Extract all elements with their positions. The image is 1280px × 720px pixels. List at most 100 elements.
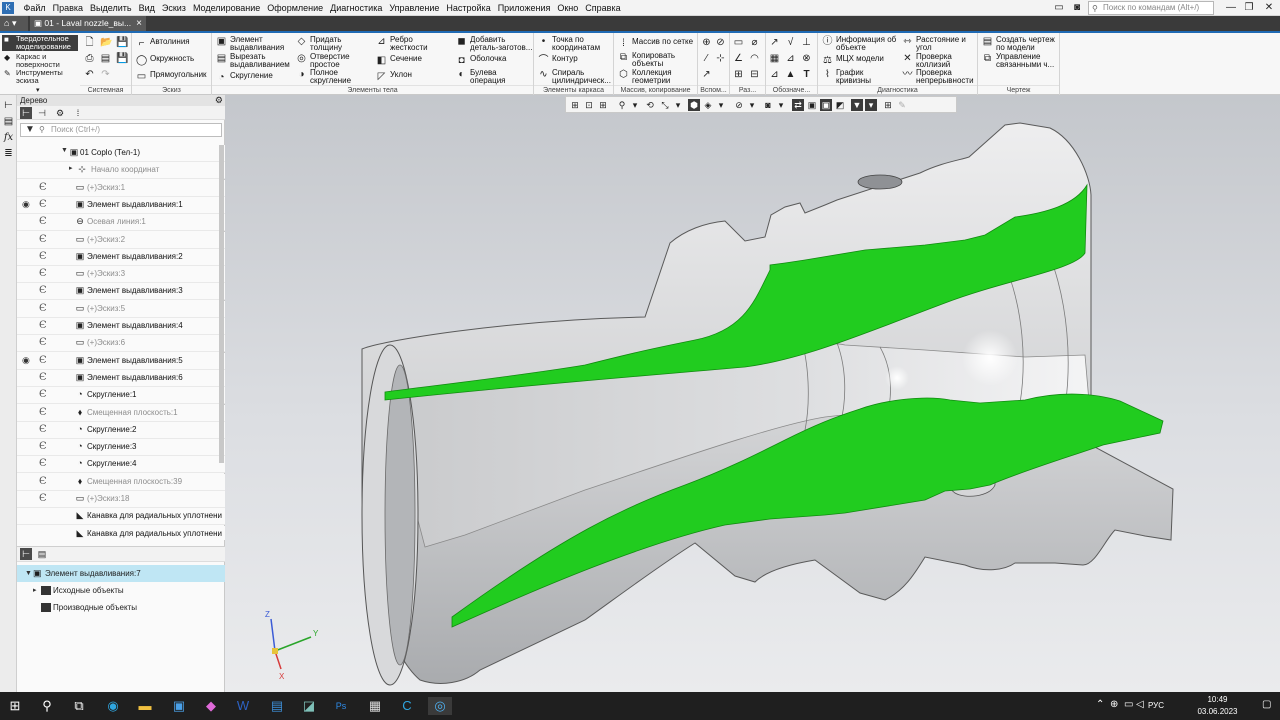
menu-view[interactable]: Вид xyxy=(135,0,158,16)
save-all-icon[interactable]: 💾 xyxy=(116,53,128,64)
autoline-button[interactable]: ⌐ Автолиния xyxy=(136,38,190,50)
tree-row[interactable]: Є ⊖ Осевая линия:1 xyxy=(17,214,225,232)
mode-solid-modeling[interactable]: ■ Твердотельное моделирование xyxy=(2,35,78,51)
tray-app-icon[interactable]: ⊕ xyxy=(1110,699,1118,710)
language-indicator[interactable]: РУС xyxy=(1148,701,1164,710)
tree-row[interactable]: Є ◔ Скругление:3 xyxy=(17,439,225,457)
rib-button[interactable]: ⊿ Ребро жесткости xyxy=(376,36,427,52)
copy-objects-button[interactable]: ⧉ Копировать объекты xyxy=(618,52,675,68)
display-style-icon[interactable]: ◈ xyxy=(702,99,714,111)
tree-row[interactable]: Є ▣ Элемент выдавливания:4 xyxy=(17,318,225,335)
clock-date[interactable]: 03.06.2023 xyxy=(1190,707,1245,716)
visibility-eye-icon[interactable]: ◉ xyxy=(22,355,30,366)
restore-button[interactable]: ❐ xyxy=(1240,1,1258,15)
parameters-icon[interactable]: ▤ xyxy=(2,115,15,128)
dependency-icon[interactable]: Є xyxy=(39,182,47,193)
tray-chevron-icon[interactable]: ⌃ xyxy=(1096,699,1104,710)
section-dropdown-icon[interactable]: ▾ xyxy=(775,99,787,111)
linear-size-icon[interactable]: ▭ xyxy=(733,37,744,48)
calculator-icon[interactable]: ▦ xyxy=(366,697,384,715)
clock-time[interactable]: 10:49 xyxy=(1195,695,1240,704)
tree-row[interactable]: ◉ Є ▣ Элемент выдавливания:5 xyxy=(17,352,225,370)
redo-icon[interactable]: ↷ xyxy=(100,69,111,80)
dependency-icon[interactable]: Є xyxy=(39,372,47,383)
mode-sketch-tools[interactable]: ✎ Инструменты эскиза xyxy=(2,69,78,85)
menu-applications[interactable]: Приложения xyxy=(494,0,554,16)
aux-axis-icon[interactable]: ⊕ xyxy=(701,37,712,48)
add-blank-button[interactable]: ◼ Добавить деталь-заготов... xyxy=(456,36,532,52)
menu-settings[interactable]: Настройка xyxy=(443,0,494,16)
angular-size-icon[interactable]: ∠ xyxy=(733,53,744,64)
measure-icon[interactable]: ⊞ xyxy=(882,99,894,111)
shell-button[interactable]: ◘ Оболочка xyxy=(456,55,506,67)
hide-dropdown-icon[interactable]: ▾ xyxy=(746,99,758,111)
tolerance-icon[interactable]: ▦ xyxy=(769,53,780,64)
section-button[interactable]: ◧ Сечение xyxy=(376,55,422,67)
gear-icon[interactable]: ⚙ xyxy=(215,95,223,106)
windows-start-icon[interactable]: ⊞ xyxy=(6,697,24,715)
base-icon[interactable]: ⊥ xyxy=(801,37,812,48)
chain-size-icon[interactable]: ⊟ xyxy=(749,69,760,80)
rectangle-button[interactable]: ▭ Прямоугольник xyxy=(136,71,207,83)
dependency-icon[interactable]: Є xyxy=(39,337,47,348)
filter-icon[interactable]: ▼ xyxy=(851,99,863,111)
thicken-button[interactable]: ◇ Придать толщину xyxy=(296,36,342,52)
document-tab[interactable]: ▣ 01 - Laval nozzle_вы... × xyxy=(30,16,146,31)
diameter-size-icon[interactable]: ⌀ xyxy=(749,37,760,48)
expand-icon[interactable]: ▸ xyxy=(33,582,37,599)
tree-row[interactable]: Є ⬧ Смещенная плоскость:39 xyxy=(17,473,225,491)
marking-icon[interactable]: ⊗ xyxy=(801,53,812,64)
notifications-icon[interactable]: ▢ xyxy=(1262,699,1271,710)
roughness-icon[interactable]: √ xyxy=(785,37,796,48)
cut-extrude-button[interactable]: ▤ Вырезать выдавливанием xyxy=(216,53,290,69)
paint-icon[interactable]: ◆ xyxy=(202,697,220,715)
section-view-icon[interactable]: ◙ xyxy=(762,99,774,111)
dependency-icon[interactable]: Є xyxy=(39,268,47,279)
dependency-icon[interactable]: Є xyxy=(39,407,47,418)
collapse-icon[interactable]: ▼ xyxy=(61,147,68,154)
tree-history-icon[interactable]: ⊣ xyxy=(36,107,48,119)
mass-properties-button[interactable]: ⚖ МЦХ модели xyxy=(822,55,884,67)
object-info-button[interactable]: ⓘ Информация об объекте xyxy=(822,36,897,52)
move-icon[interactable]: ⤡ xyxy=(659,99,671,111)
visibility-eye-icon[interactable]: ◉ xyxy=(22,199,30,210)
tree-row[interactable]: Є ▭ (+)Эскиз:2 xyxy=(17,231,225,249)
tree-structure-icon[interactable]: ⊢ xyxy=(20,548,32,560)
orientation-icon[interactable]: ⬢ xyxy=(688,99,700,111)
menu-select[interactable]: Выделить xyxy=(87,0,136,16)
tree-row[interactable]: ◣ Канавка для радиальных уплотнени xyxy=(17,525,225,540)
simple-hole-button[interactable]: ◎ Отверстие простое xyxy=(296,53,349,69)
dependency-icon[interactable]: Є xyxy=(39,458,47,469)
aux-line-icon[interactable]: ⁄ xyxy=(701,53,712,64)
menu-diagnostics[interactable]: Диагностика xyxy=(327,0,386,16)
dependency-icon[interactable]: Є xyxy=(39,441,47,452)
helix-button[interactable]: ∿ Спираль цилиндрическ... xyxy=(538,69,611,85)
selected-object-row[interactable]: ▼ ▣ Элемент выдавливания:7 xyxy=(17,565,225,582)
contour-button[interactable]: ⌒ Контур xyxy=(538,55,578,67)
tree-panel-icon[interactable]: ⊢ xyxy=(2,99,15,112)
zoom-icon[interactable]: ⚲ xyxy=(616,99,628,111)
filter-dropdown-icon[interactable]: ▾ xyxy=(865,99,877,111)
dependency-icon[interactable]: Є xyxy=(39,303,47,314)
circle-button[interactable]: ◯ Окружность xyxy=(136,55,194,67)
word-icon[interactable]: W xyxy=(234,697,252,715)
orient-dropdown-icon[interactable]: ▾ xyxy=(672,99,684,111)
nozzle-model[interactable] xyxy=(225,95,1280,692)
point-by-coords-button[interactable]: • Точка по координатам xyxy=(538,36,600,52)
hide-icon[interactable]: ⊘ xyxy=(733,99,745,111)
dependency-icon[interactable]: Є xyxy=(39,199,47,210)
store-icon[interactable]: ▣ xyxy=(170,697,188,715)
extrude-button[interactable]: ▣ Элемент выдавливания xyxy=(216,36,284,52)
layers-icon[interactable]: ≣ xyxy=(2,147,15,160)
modes-expand-icon[interactable]: ▾ xyxy=(36,86,40,94)
tree-row[interactable]: ▸ ⊹ Начало координат xyxy=(17,162,225,180)
continuity-check-button[interactable]: 〰 Проверка непрерывности xyxy=(902,69,974,85)
collapse-icon[interactable]: ▼ xyxy=(25,565,32,582)
viewer-icon[interactable]: ▤ xyxy=(268,697,286,715)
print-icon[interactable]: ⎙ xyxy=(84,53,95,64)
tree-row[interactable]: Є ◔ Скругление:1 xyxy=(17,387,225,405)
tree-row[interactable]: Є ▣ Элемент выдавливания:2 xyxy=(17,248,225,266)
search-icon[interactable]: ⚲ xyxy=(38,697,56,715)
dependency-icon[interactable]: Є xyxy=(39,476,47,487)
list-view-icon[interactable]: ▤ xyxy=(36,548,48,560)
